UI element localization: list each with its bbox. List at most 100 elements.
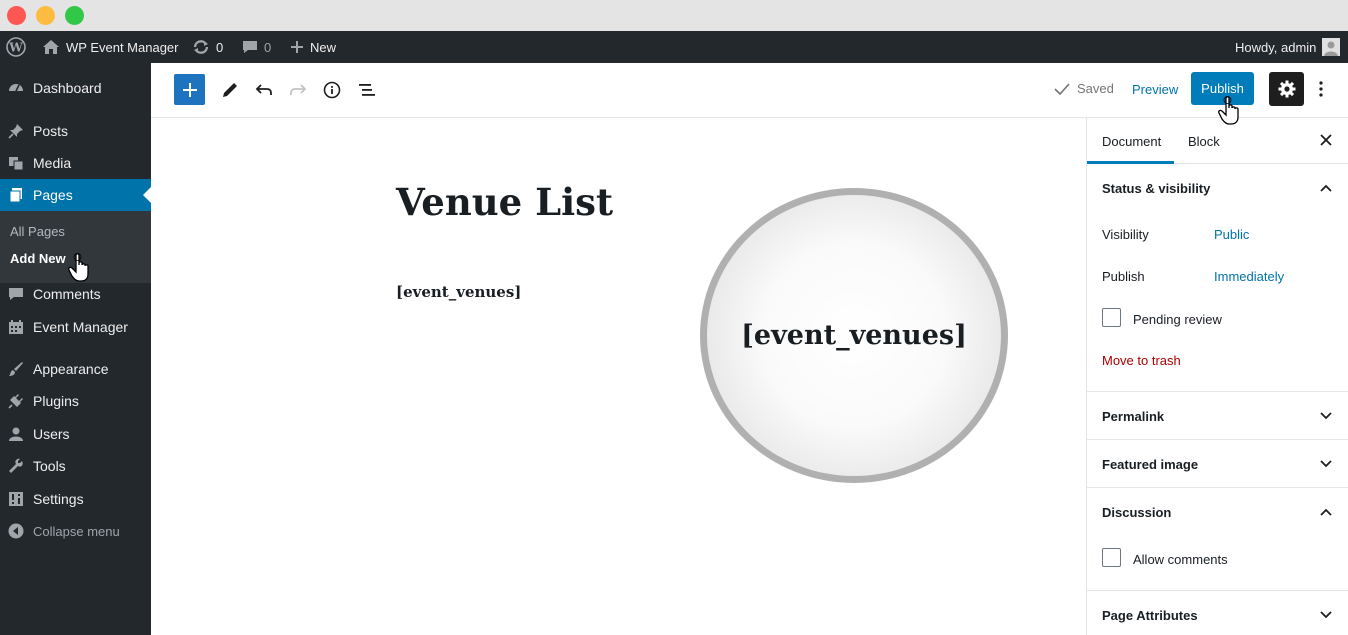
sidebar-item-settings[interactable]: Settings: [0, 483, 151, 515]
minimize-window-button[interactable]: [36, 6, 55, 25]
site-name: WP Event Manager: [66, 39, 179, 55]
sidebar-item-label: Comments: [33, 286, 101, 302]
sidebar-item-label: Media: [33, 155, 72, 171]
editor-canvas: Venue List [event_venues] [event_venues]: [151, 118, 1086, 635]
plus-icon: [182, 82, 197, 97]
more-options-button[interactable]: [1313, 79, 1329, 99]
updates-link[interactable]: 0: [192, 31, 223, 63]
featured-image-toggle[interactable]: Featured image: [1102, 457, 1198, 472]
sidebar-item-users[interactable]: Users: [0, 418, 151, 450]
hand-cursor-icon: [68, 253, 89, 282]
svg-text:W: W: [8, 41, 23, 55]
sidebar-item-label: Dashboard: [33, 80, 102, 96]
avatar: [1322, 38, 1341, 56]
settings-button[interactable]: [1269, 72, 1304, 106]
visibility-label: Visibility: [1102, 227, 1149, 242]
submenu-add-new[interactable]: Add New: [10, 251, 66, 266]
undo-button[interactable]: [252, 78, 276, 102]
sidebar-item-label: Tools: [33, 458, 66, 474]
sidebar-item-label: Pages: [33, 187, 73, 203]
sidebar-item-event-manager[interactable]: Event Manager: [0, 311, 151, 343]
plus-icon: [291, 41, 303, 53]
submenu-all-pages[interactable]: All Pages: [10, 224, 65, 239]
sidebar-item-dashboard[interactable]: Dashboard: [0, 72, 151, 104]
settings-sidebar: Document Block Status & visibility Visib…: [1086, 118, 1348, 635]
allow-comments-checkbox[interactable]: [1102, 548, 1121, 567]
info-icon: [323, 81, 341, 99]
vertical-ellipsis-icon: [1319, 81, 1323, 97]
dashboard-icon: [9, 84, 23, 92]
chevron-up-icon[interactable]: [1319, 181, 1333, 195]
section-divider: [1087, 590, 1348, 591]
window-titlebar: [0, 0, 1348, 31]
calendar-icon: [9, 320, 23, 334]
sidebar-item-tools[interactable]: Tools: [0, 450, 151, 482]
sidebar-item-label: Posts: [33, 123, 69, 139]
admin-bar: W WP Event Manager 0 0 New Howdy, admin: [0, 31, 1348, 63]
shortcode-block[interactable]: [event_venues]: [396, 283, 521, 301]
updates-icon: [193, 40, 209, 54]
sidebar-item-label: Appearance: [33, 361, 109, 377]
saved-indicator: Saved: [1054, 81, 1114, 96]
wrench-icon: [9, 458, 23, 473]
status-visibility-toggle[interactable]: Status & visibility: [1102, 181, 1210, 196]
preview-button[interactable]: Preview: [1132, 82, 1178, 97]
saved-label: Saved: [1077, 81, 1114, 96]
collapse-menu-button[interactable]: Collapse menu: [0, 515, 151, 547]
site-name-link[interactable]: WP Event Manager: [42, 31, 178, 63]
sidebar-item-plugins[interactable]: Plugins: [0, 385, 151, 417]
collapse-menu-label: Collapse menu: [33, 523, 120, 539]
sidebar-item-posts[interactable]: Posts: [0, 115, 151, 147]
page-attributes-toggle[interactable]: Page Attributes: [1102, 608, 1198, 623]
chevron-down-icon[interactable]: [1319, 409, 1333, 423]
close-window-button[interactable]: [7, 6, 26, 25]
add-block-button[interactable]: [174, 74, 205, 105]
redo-icon: [290, 84, 307, 95]
media-icon: [9, 157, 24, 171]
collapse-icon: [8, 523, 24, 539]
updates-count: 0: [216, 39, 224, 55]
pin-icon: [8, 124, 23, 139]
publish-label: Publish: [1201, 81, 1244, 96]
comments-count: 0: [264, 39, 272, 55]
sidebar-item-appearance[interactable]: Appearance: [0, 353, 151, 385]
tools-button[interactable]: [218, 78, 242, 102]
pencil-icon: [223, 83, 237, 97]
publish-date-value[interactable]: Immediately: [1214, 269, 1284, 284]
undo-icon: [255, 84, 272, 95]
comments-link[interactable]: 0: [242, 31, 271, 63]
post-title[interactable]: Venue List: [396, 180, 613, 224]
chevron-down-icon[interactable]: [1319, 457, 1333, 471]
comment-bubble-icon: [243, 41, 257, 53]
visibility-value[interactable]: Public: [1214, 227, 1249, 242]
discussion-toggle[interactable]: Discussion: [1102, 505, 1171, 520]
checkmark-icon: [1054, 82, 1070, 95]
tab-document[interactable]: Document: [1102, 134, 1161, 149]
sidebar-item-label: Plugins: [33, 393, 79, 409]
active-tab-indicator: [1087, 161, 1174, 164]
pending-review-checkbox[interactable]: [1102, 308, 1121, 327]
publish-date-label: Publish: [1102, 269, 1145, 284]
magnified-shortcode: [event_venues]: [741, 320, 967, 351]
hand-cursor-icon: [1218, 96, 1239, 125]
tab-block[interactable]: Block: [1188, 134, 1220, 149]
permalink-toggle[interactable]: Permalink: [1102, 409, 1164, 424]
sidebar-item-pages[interactable]: Pages: [0, 179, 151, 211]
chevron-up-icon[interactable]: [1319, 505, 1333, 519]
close-icon[interactable]: [1319, 133, 1333, 147]
wordpress-logo-button[interactable]: W: [6, 31, 26, 63]
block-navigation-button[interactable]: [355, 78, 379, 102]
gear-icon: [1278, 80, 1295, 98]
admin-sidebar: Dashboard Posts Media Pages All Pages Ad…: [0, 63, 151, 635]
redo-button[interactable]: [286, 78, 310, 102]
chevron-down-icon[interactable]: [1319, 608, 1333, 622]
move-to-trash-button[interactable]: Move to trash: [1102, 353, 1181, 368]
sidebar-item-media[interactable]: Media: [0, 147, 151, 179]
my-account-link[interactable]: Howdy, admin: [1235, 31, 1341, 63]
maximize-window-button[interactable]: [65, 6, 84, 25]
wordpress-icon: W: [6, 37, 26, 57]
content-info-button[interactable]: [320, 78, 344, 102]
new-content-link[interactable]: New: [290, 31, 336, 63]
section-divider: [1087, 487, 1348, 488]
settings-icon: [9, 492, 23, 506]
